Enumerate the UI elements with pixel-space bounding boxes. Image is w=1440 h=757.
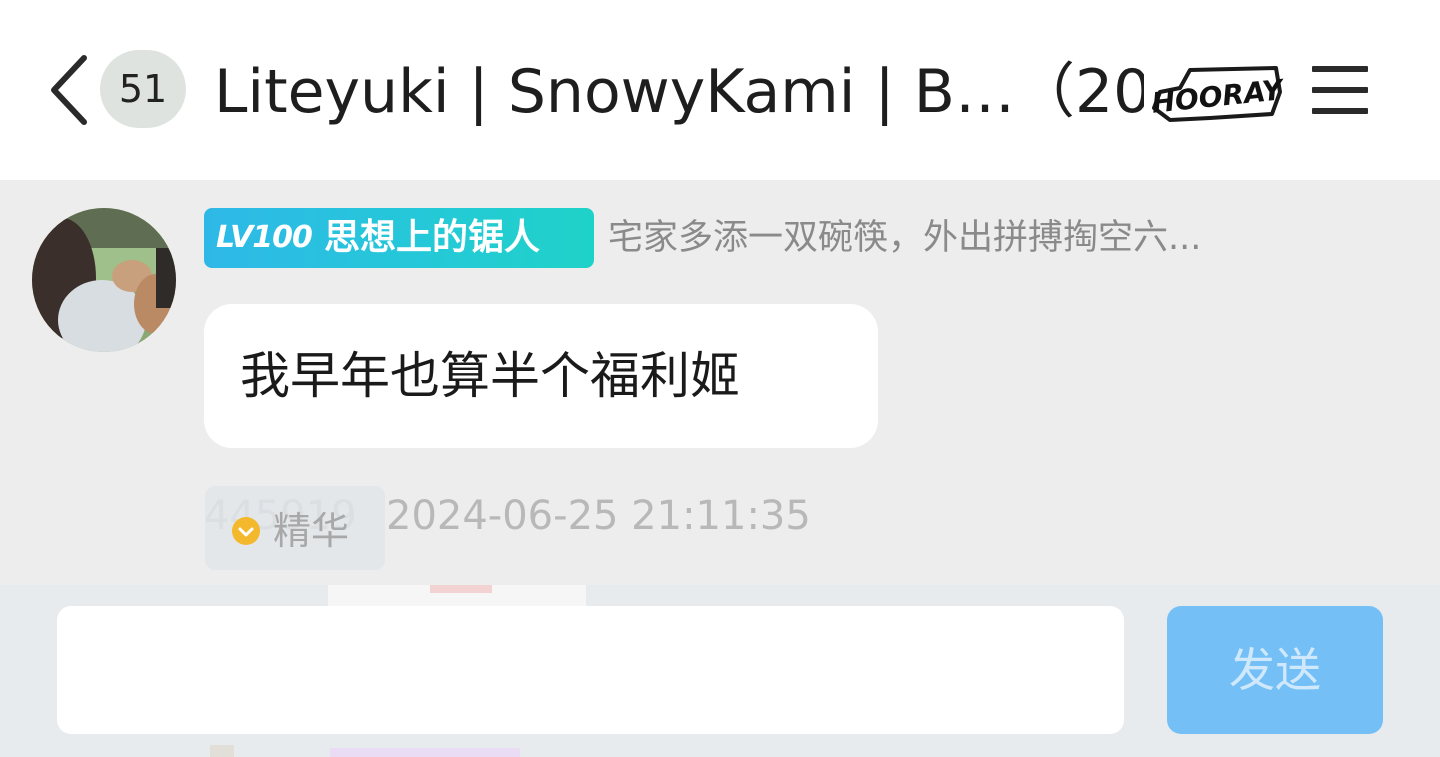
menu-icon[interactable] [1310,62,1370,118]
level-label: LV100 [216,220,313,255]
back-icon[interactable] [46,52,92,128]
sender-title: 宅家多添一双碗筷，外出拼搏掏空六... [608,218,1202,258]
group-title[interactable]: Liteyuki | SnowyKami | B…（206） [214,52,1144,132]
message-input[interactable] [57,606,1124,734]
send-button[interactable]: 发送 [1167,606,1383,734]
message-timestamp: 2024-06-25 21:11:35 [386,493,811,539]
message-text: 我早年也算半个福利姬 [240,347,740,405]
essence-icon [232,517,260,545]
essence-label: 精华 [273,509,350,553]
unread-count-badge[interactable]: 51 [100,50,186,128]
message-list[interactable]: LV100 思想上的锯人 宅家多添一双碗筷，外出拼搏掏空六... 我早年也算半个… [0,180,1440,585]
lower-preview-accent [330,748,520,757]
next-message-accent [430,585,492,593]
sender-name: 思想上的锯人 [324,217,541,258]
chat-header: 51 Liteyuki | SnowyKami | B…（206） HOORAY [0,0,1440,180]
input-bar: 发送 [0,585,1440,757]
essence-chip[interactable]: 精华 [205,486,385,570]
message-bubble[interactable]: 我早年也算半个福利姬 [204,304,878,448]
lower-preview [210,745,234,757]
member-level-badge[interactable]: LV100 思想上的锯人 [204,208,594,268]
hooray-sticker[interactable]: HOORAY [1150,62,1284,124]
avatar[interactable] [32,208,176,352]
